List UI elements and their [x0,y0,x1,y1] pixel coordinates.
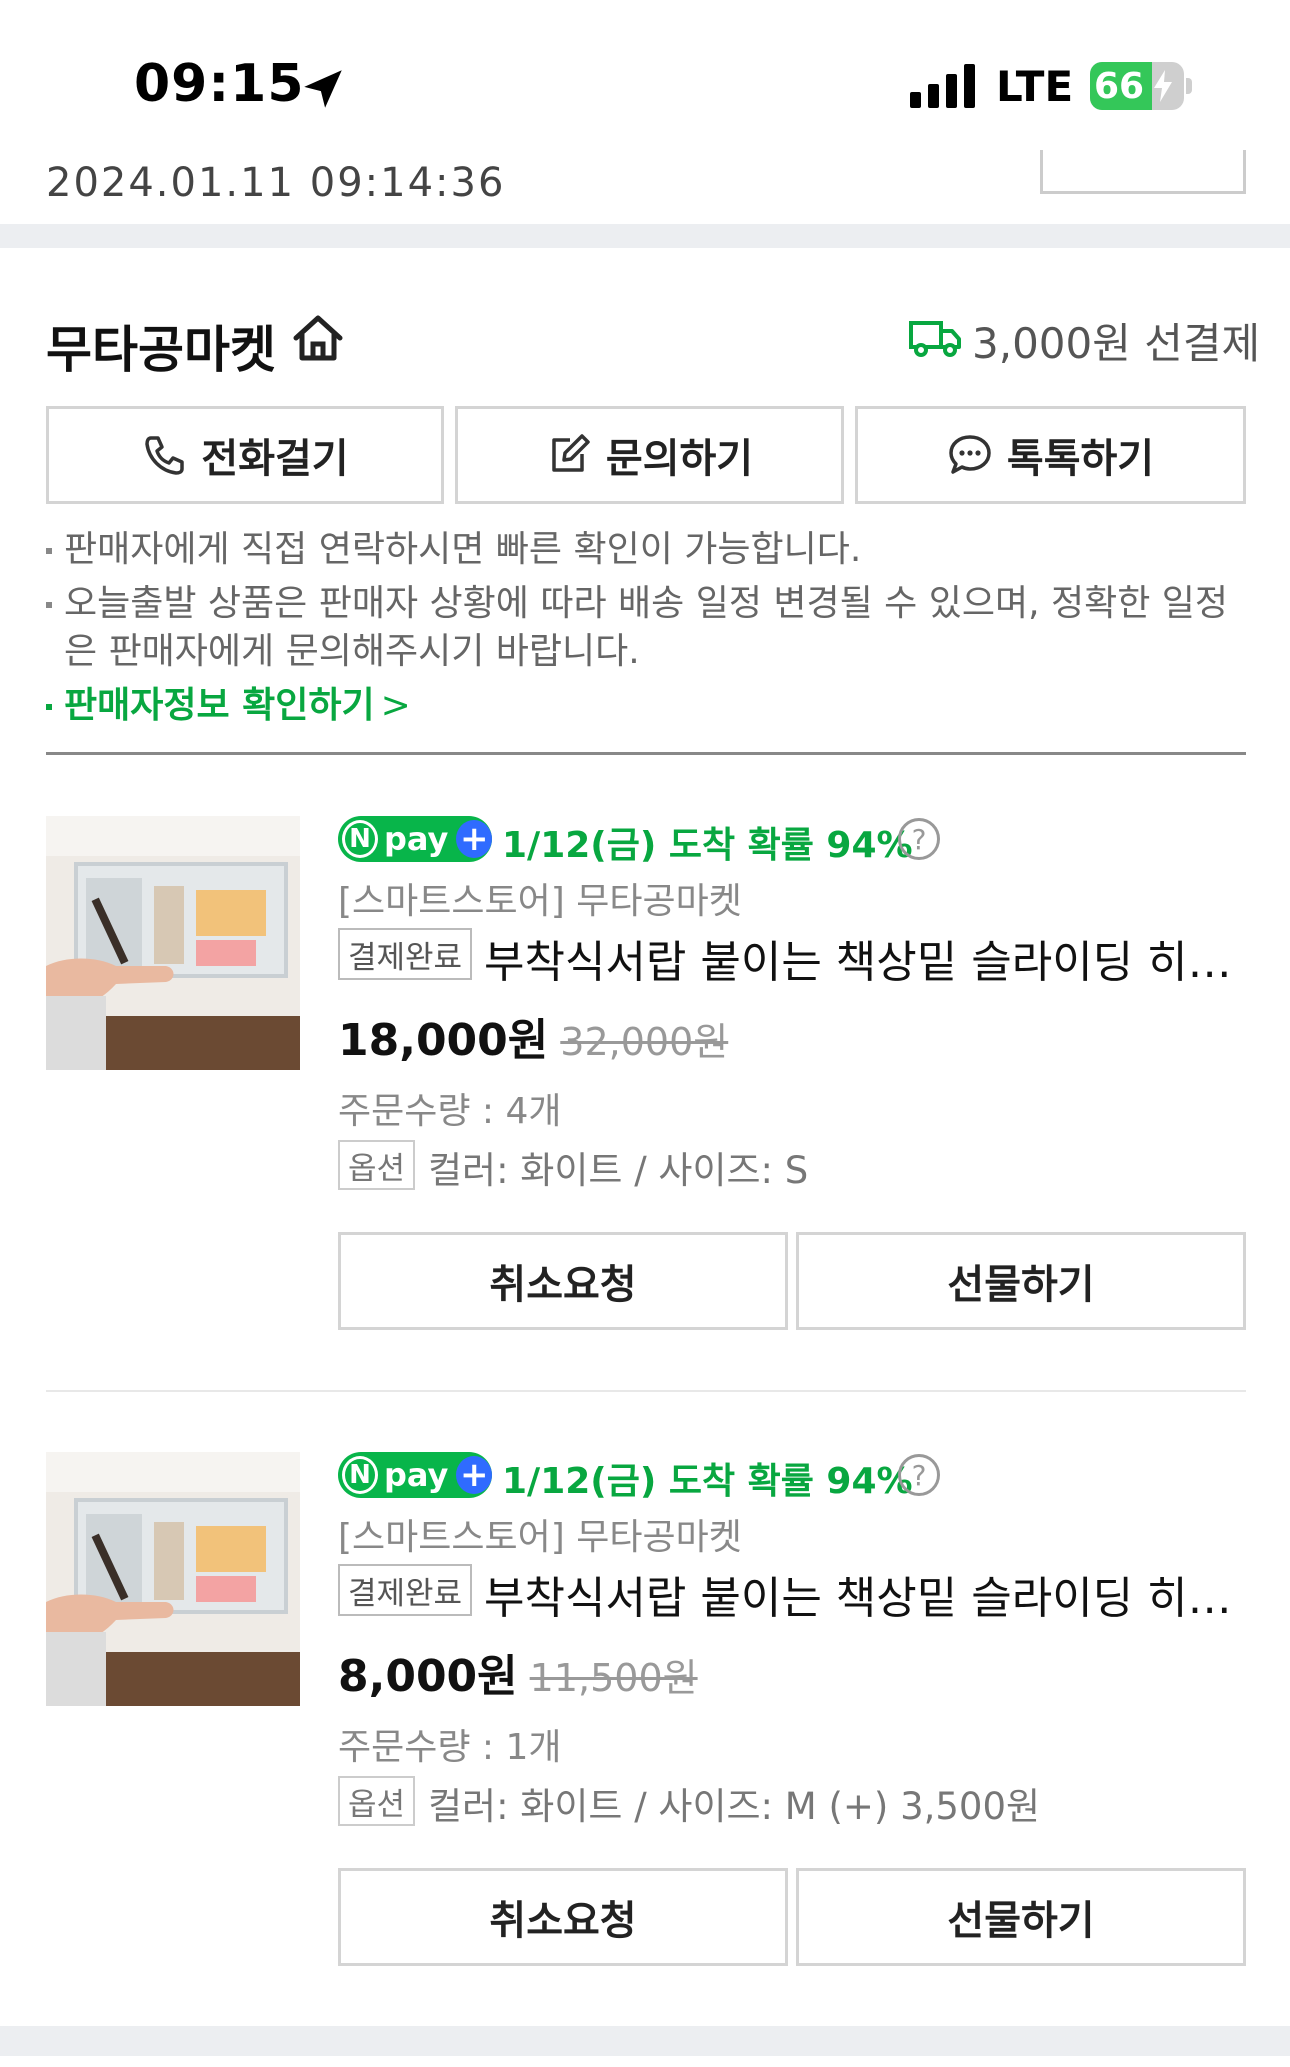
section-divider [46,752,1246,755]
arrival-estimate: 1/12(금) 도착 확률 94% [502,825,913,866]
order-quantity: 주문수량 : 4개 [338,1091,562,1132]
talk-button[interactable]: 톡톡하기 [855,406,1246,504]
product-store-label: [스마트스토어] 무타공마켓 [338,881,742,922]
store-name[interactable]: 무타공마켓 [46,310,276,382]
location-arrow-icon [304,70,342,108]
gift-button[interactable]: 선물하기 [796,1232,1246,1330]
store-home-icon[interactable] [290,312,346,364]
section-separator [0,2026,1290,2056]
notice-line: 오늘출발 상품은 판매자 상황에 따라 배송 일정 변경될 수 있으며, 정확한… [46,580,1228,628]
npay-plus-icon: + [456,819,492,859]
product-name[interactable]: 부착식서랍 붙이는 책상밑 슬라이딩 히든 수납 서랍 [484,1562,1246,1626]
notice-line-continued: 은 판매자에게 문의해주시기 바랍니다. [64,631,640,672]
status-time: 09:15 [134,54,305,114]
gift-button[interactable]: 선물하기 [796,1868,1246,1966]
phone-icon [145,436,185,475]
seller-info-link[interactable]: 판매자정보 확인하기 > [46,682,411,730]
bullet [46,548,52,554]
previous-order-date: 2024.01.11 09:14:36 [46,160,506,206]
charging-bolt-icon [1154,70,1172,102]
original-price: 11,500원 [529,1656,698,1700]
inquiry-button-label: 문의하기 [605,436,754,482]
cancel-request-button[interactable]: 취소요청 [338,1868,788,1966]
product-image[interactable] [46,1452,300,1706]
section-separator [0,224,1290,248]
npay-plus-icon: + [456,1455,492,1495]
product-store-label: [스마트스토어] 무타공마켓 [338,1517,742,1558]
help-icon[interactable]: ? [898,818,940,860]
sale-price: 18,000원 [338,1015,549,1066]
signal-icon [910,64,975,108]
chat-bubble-icon [949,435,991,474]
npay-plus-badge: N pay + [338,816,492,862]
status-badge: 결제완료 [338,1564,473,1616]
inquiry-button[interactable]: 문의하기 [455,406,844,504]
option-badge: 옵션 [338,1140,416,1190]
npay-n-icon: N [342,1456,378,1494]
talk-button-label: 톡톡하기 [1006,436,1155,482]
seller-info-label: 판매자정보 확인하기 [64,685,375,726]
shipping-fee: 3,000원 선결제 [972,319,1261,368]
product-price: 8,000원 11,500원 [338,1640,698,1704]
call-button[interactable]: 전화걸기 [46,406,444,504]
notice-line: 판매자에게 직접 연락하시면 빠른 확인이 가능합니다. [46,526,861,574]
help-icon[interactable]: ? [898,1454,940,1496]
battery-cap [1186,78,1192,94]
option-badge: 옵션 [338,1776,416,1826]
notice-text: 오늘출발 상품은 판매자 상황에 따라 배송 일정 변경될 수 있으며, 정확한… [64,583,1229,624]
order-quantity: 주문수량 : 1개 [338,1727,562,1768]
arrival-estimate: 1/12(금) 도착 확률 94% [502,1461,913,1502]
bullet [46,704,52,710]
bullet [46,602,52,608]
chevron-right-icon: > [380,685,411,726]
truck-icon [909,321,961,357]
npay-n-icon: N [342,820,378,858]
option-text: 컬러: 화이트 / 사이즈: M (+) 3,500원 [428,1785,1041,1828]
network-label: LTE [996,62,1074,111]
option-text: 컬러: 화이트 / 사이즈: S [428,1149,809,1192]
npay-text: pay [384,1456,449,1494]
edit-icon [552,434,590,472]
status-badge: 결제완료 [338,928,473,980]
battery-icon: 66 [1090,62,1184,110]
product-name[interactable]: 부착식서랍 붙이는 책상밑 슬라이딩 히든 수납 서랍 [484,926,1246,990]
product-price: 18,000원 32,000원 [338,1004,728,1068]
call-button-label: 전화걸기 [201,436,349,482]
cancel-request-button[interactable]: 취소요청 [338,1232,788,1330]
battery-percent: 66 [1094,66,1145,107]
product-image[interactable] [46,816,300,1070]
item-divider [46,1390,1246,1392]
npay-text: pay [384,820,449,858]
sale-price: 8,000원 [338,1651,518,1702]
status-bar: 09:15 LTE 66 [0,0,1290,170]
npay-plus-badge: N pay + [338,1452,492,1498]
previous-section-button[interactable] [1040,150,1246,194]
original-price: 32,000원 [560,1020,729,1064]
notice-text: 판매자에게 직접 연락하시면 빠른 확인이 가능합니다. [64,529,862,570]
